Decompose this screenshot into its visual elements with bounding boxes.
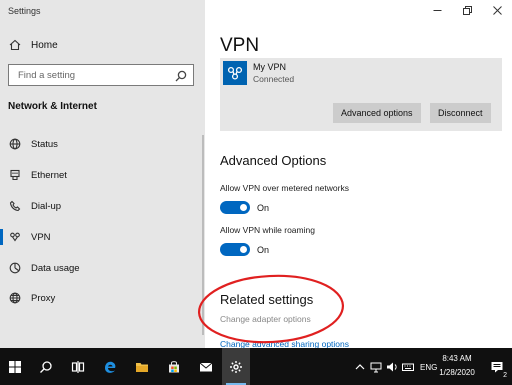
close-button[interactable]: [482, 0, 512, 20]
edge-taskbar-button[interactable]: [94, 348, 126, 385]
metered-state: On: [257, 203, 270, 213]
task-view-icon: [71, 360, 85, 373]
taskbar: ENG 8:43 AM 1/28/2020 2: [0, 348, 512, 385]
edge-icon: [105, 361, 116, 373]
close-icon: [492, 5, 502, 15]
metered-label: Allow VPN over metered networks: [220, 183, 349, 193]
mail-icon: [199, 362, 213, 371]
sidebar-item-label: Data usage: [31, 262, 80, 274]
restore-button[interactable]: [452, 0, 482, 20]
language-indicator[interactable]: ENG: [420, 363, 437, 372]
sidebar-item-dialup[interactable]: Dial-up: [0, 195, 205, 217]
active-indicator: [0, 229, 3, 245]
restore-icon: [462, 5, 472, 15]
section-title: Network & Internet: [8, 101, 97, 112]
tray-overflow-button[interactable]: [352, 348, 368, 385]
advanced-options-button[interactable]: Advanced options: [333, 103, 421, 123]
home-icon: [8, 38, 22, 52]
minimize-button[interactable]: [422, 0, 452, 20]
sidebar-item-label: Dial-up: [31, 200, 62, 212]
nav-home[interactable]: Home: [8, 38, 58, 52]
store-icon: [169, 360, 179, 372]
sidebar-item-vpn[interactable]: VPN: [0, 226, 205, 248]
settings-window: Settings Home Network & Internet Status: [0, 0, 512, 349]
network-icon: [370, 362, 382, 372]
window-title: Settings: [8, 6, 41, 16]
sidebar-item-data-usage[interactable]: Data usage: [0, 257, 205, 279]
roaming-label: Allow VPN while roaming: [220, 225, 315, 235]
sidebar-item-status[interactable]: Status: [0, 133, 205, 155]
advanced-options-heading: Advanced Options: [220, 153, 327, 168]
clock[interactable]: 8:43 AM 1/28/2020: [436, 352, 478, 380]
window-controls: [422, 0, 512, 20]
page-title: VPN: [220, 35, 260, 56]
search-icon[interactable]: [175, 69, 187, 82]
vpn-name: My VPN: [253, 62, 287, 72]
sidebar: Settings Home Network & Internet Status: [0, 0, 205, 348]
settings-taskbar-button[interactable]: [222, 348, 250, 385]
start-button[interactable]: [0, 348, 30, 385]
action-center-button[interactable]: 2: [484, 348, 510, 385]
sidebar-item-label: Ethernet: [31, 169, 67, 181]
clock-time: 8:43 AM: [442, 354, 472, 363]
store-taskbar-button[interactable]: [158, 348, 190, 385]
disconnect-button[interactable]: Disconnect: [430, 103, 491, 123]
vpn-status: Connected: [253, 74, 295, 84]
nav-home-label: Home: [31, 39, 58, 51]
clock-date: 1/28/2020: [439, 368, 475, 377]
toggle-knob: [240, 246, 247, 253]
keyboard-tray-button[interactable]: [400, 348, 416, 385]
gear-icon: [230, 360, 242, 373]
globe-icon: [8, 137, 22, 151]
chevron-up-icon: [355, 363, 365, 369]
volume-tray-button[interactable]: [384, 348, 400, 385]
keyboard-icon: [402, 363, 414, 371]
vpn-icon: [8, 230, 22, 244]
task-view-button[interactable]: [62, 348, 94, 385]
sidebar-item-label: VPN: [31, 231, 51, 243]
speaker-icon: [387, 362, 397, 371]
explorer-taskbar-button[interactable]: [126, 348, 158, 385]
search-box[interactable]: [8, 64, 194, 86]
vpn-connection-card[interactable]: My VPN Connected Advanced options Discon…: [220, 58, 502, 131]
metered-toggle[interactable]: [220, 201, 250, 214]
folder-icon: [136, 362, 148, 372]
annotation-circle: [197, 274, 345, 344]
sidebar-item-proxy[interactable]: Proxy: [0, 287, 205, 309]
notification-badge: 2: [502, 372, 508, 379]
vpn-connection-icon: [223, 61, 247, 85]
sidebar-item-label: Status: [31, 138, 58, 150]
ethernet-icon: [8, 168, 22, 182]
minimize-icon: [433, 9, 441, 11]
taskbar-search-button[interactable]: [30, 348, 62, 385]
sidebar-item-ethernet[interactable]: Ethernet: [0, 164, 205, 186]
roaming-state: On: [257, 245, 270, 255]
windows-logo-icon: [9, 360, 21, 373]
mail-taskbar-button[interactable]: [190, 348, 222, 385]
data-usage-icon: [8, 261, 22, 275]
network-tray-button[interactable]: [368, 348, 384, 385]
phone-icon: [8, 199, 22, 213]
proxy-globe-icon: [8, 291, 22, 305]
search-icon: [40, 360, 52, 373]
sidebar-item-label: Proxy: [31, 292, 56, 304]
search-input[interactable]: [18, 68, 168, 82]
roaming-toggle[interactable]: [220, 243, 250, 256]
toggle-knob: [240, 204, 247, 211]
